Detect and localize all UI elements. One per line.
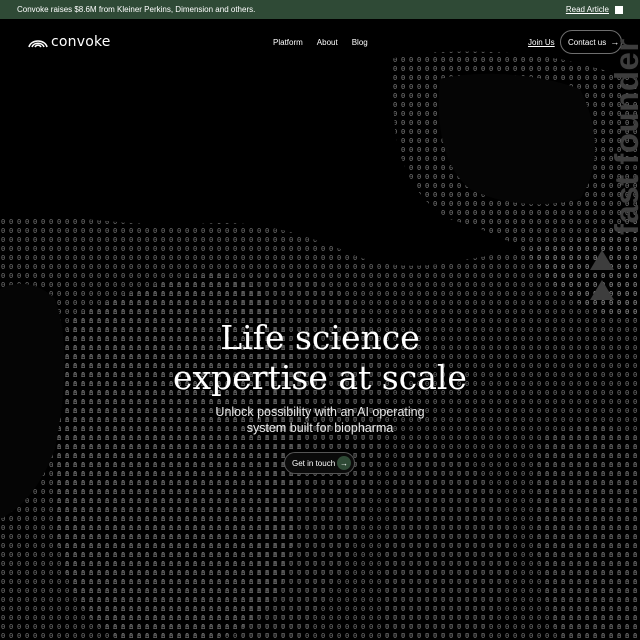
- arrow-right-icon: →: [337, 456, 351, 470]
- logo[interactable]: convoke: [28, 34, 111, 50]
- get-in-touch-button[interactable]: Get in touch →: [284, 452, 355, 474]
- fast-founder-text: fast founder: [608, 38, 640, 235]
- hero-title-line-1: Life science: [220, 318, 420, 357]
- hero-subtitle: Unlock possibility with an AI operating …: [0, 404, 640, 436]
- nav-link-platform[interactable]: Platform: [273, 38, 303, 47]
- read-article-link[interactable]: Read Article: [566, 5, 609, 14]
- get-in-touch-label: Get in touch: [292, 458, 336, 468]
- nav-link-about[interactable]: About: [317, 38, 338, 47]
- hero-subtitle-line-2: system built for biopharma: [246, 421, 394, 435]
- square-icon[interactable]: [615, 5, 623, 14]
- arc-logo-icon: [28, 40, 48, 48]
- nav-link-blog[interactable]: Blog: [352, 38, 368, 47]
- join-us-link[interactable]: Join Us: [528, 38, 555, 47]
- nav-links: Platform About Blog: [273, 38, 368, 47]
- top-navigation: convoke Platform About Blog Join Us Cont…: [0, 30, 640, 56]
- hero-title: Life science expertise at scale: [0, 318, 640, 398]
- hero-subtitle-line-1: Unlock possibility with an AI operating: [215, 405, 425, 419]
- banner-message: Convoke raises $8.6M from Kleiner Perkin…: [17, 5, 256, 14]
- hero-title-line-2: expertise at scale: [173, 358, 467, 397]
- triangle-play-icon: [590, 250, 614, 300]
- announcement-banner: Convoke raises $8.6M from Kleiner Perkin…: [0, 0, 640, 19]
- logo-text: convoke: [51, 34, 111, 50]
